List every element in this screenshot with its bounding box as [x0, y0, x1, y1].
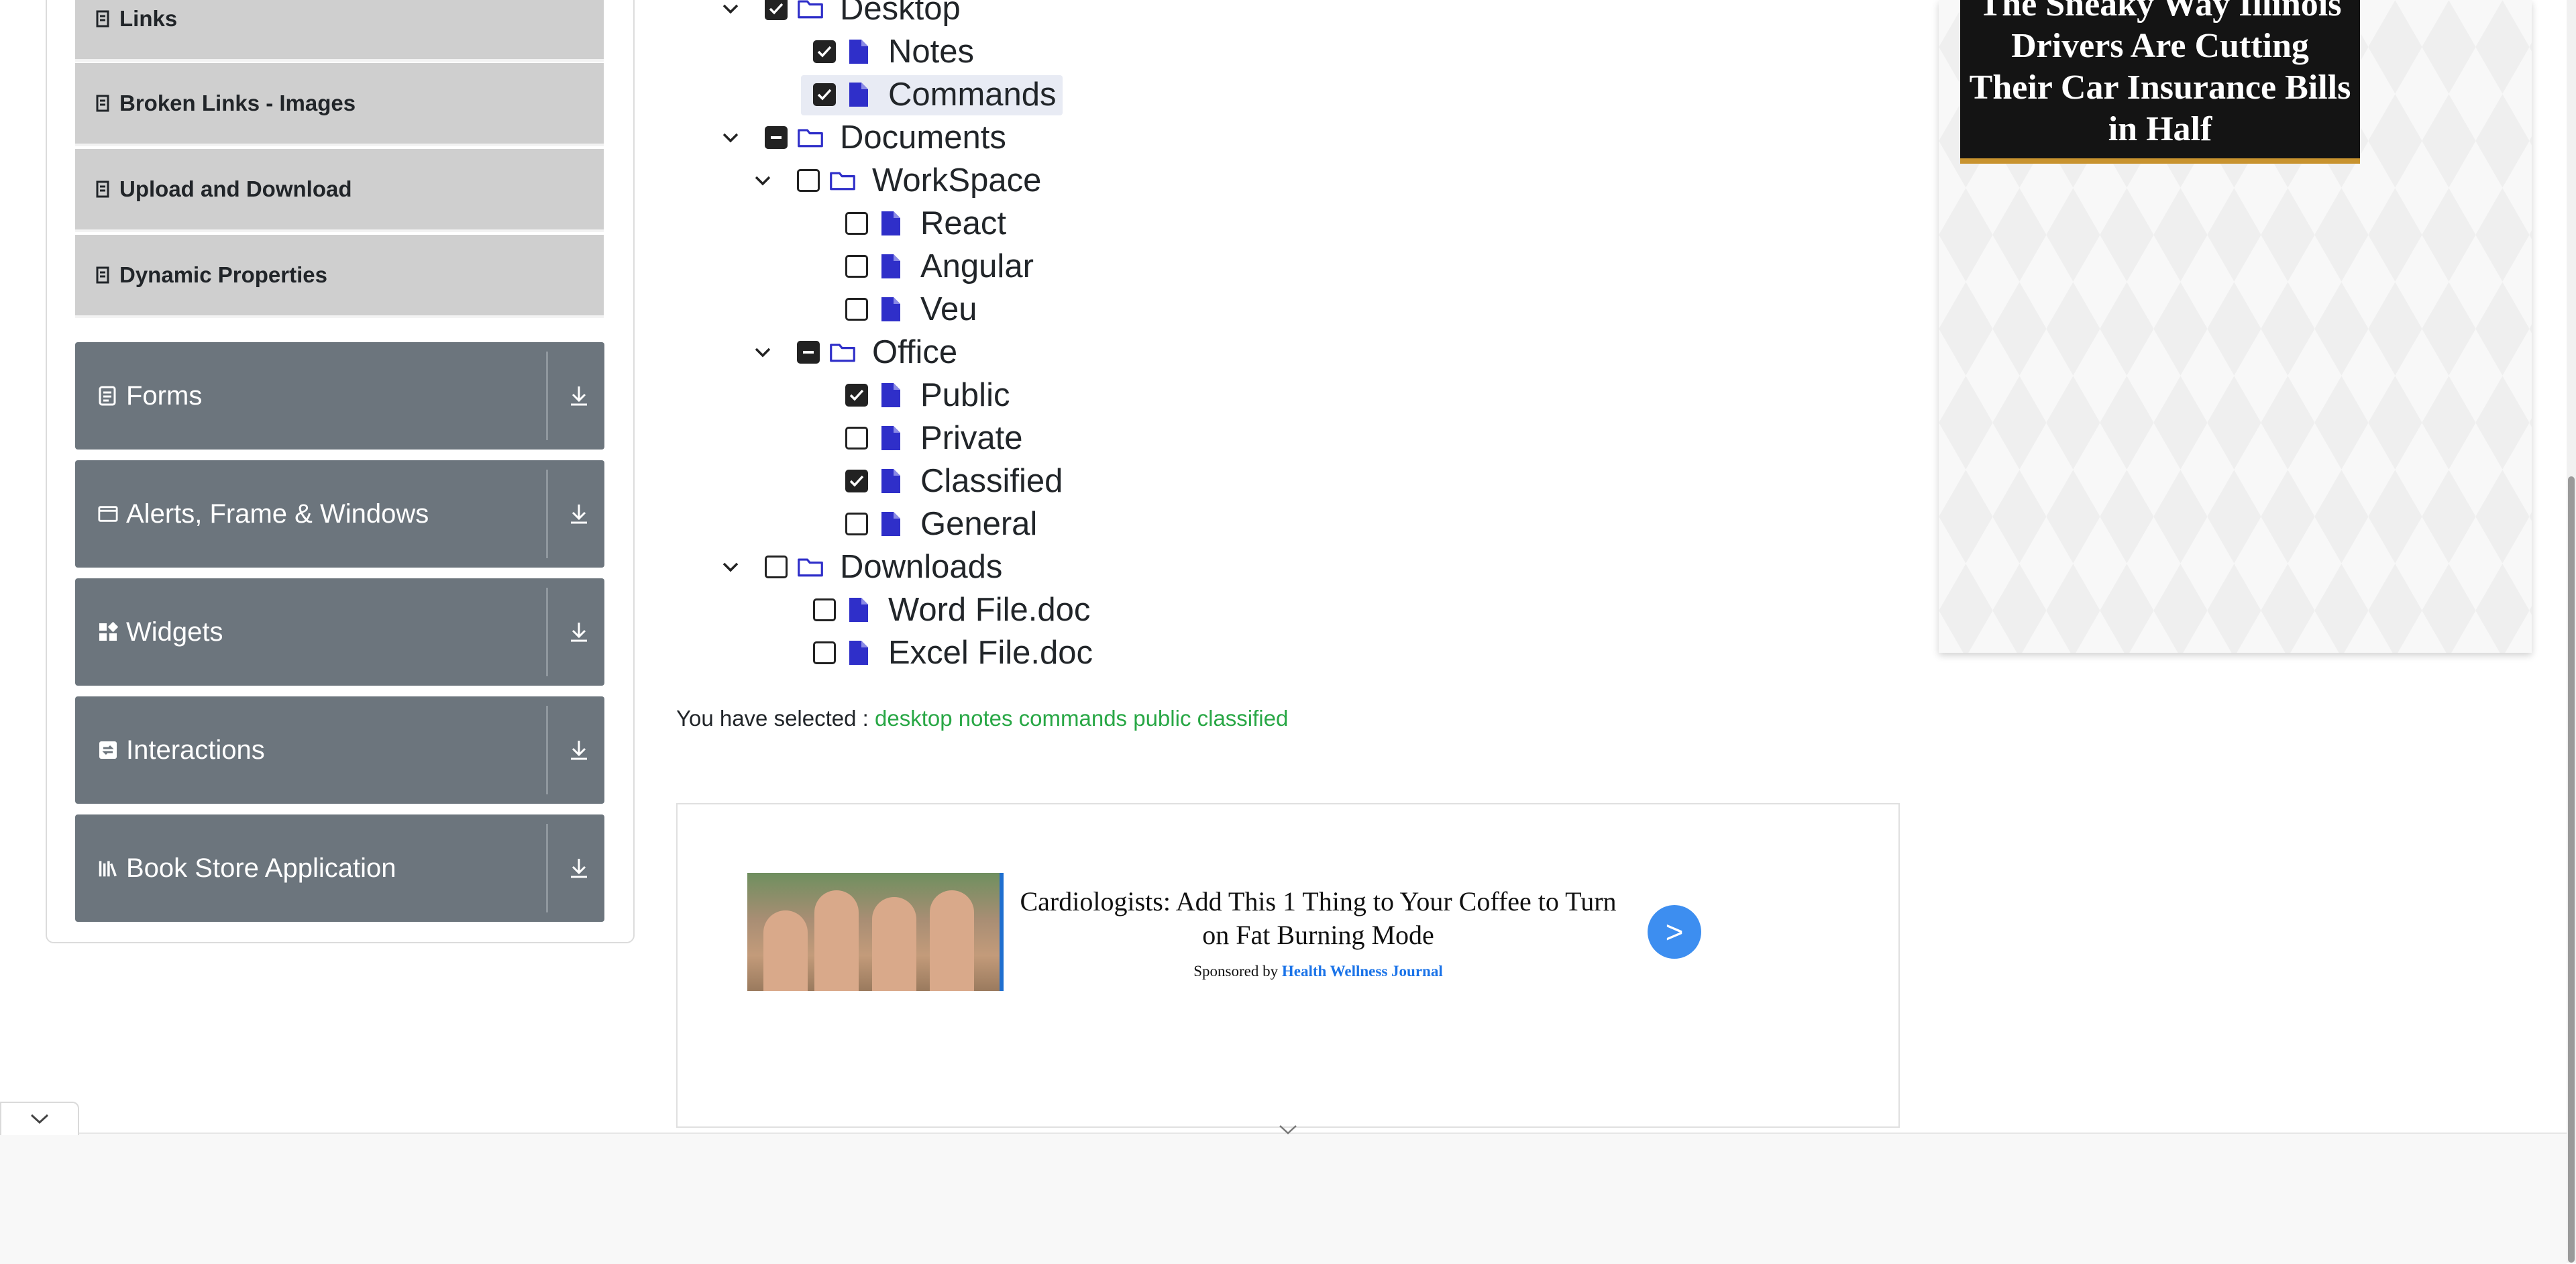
- chevron-down-icon[interactable]: [719, 126, 742, 149]
- bottom-ad-banner: [0, 1133, 2567, 1264]
- tree-node-label[interactable]: Angular: [920, 248, 1034, 285]
- tree-node-label[interactable]: Documents: [840, 119, 1006, 156]
- group-book-store[interactable]: Book Store Application: [75, 814, 604, 922]
- tree-node-label[interactable]: React: [920, 205, 1006, 242]
- checkbox[interactable]: [845, 470, 868, 492]
- divider: [546, 706, 548, 794]
- checkbox[interactable]: [765, 0, 788, 20]
- chevron-down-icon: [30, 1114, 49, 1124]
- ad-sponsor: Sponsored by Health Wellness Journal: [1013, 963, 1623, 980]
- tree-node-documents[interactable]: Documents: [0, 117, 1342, 158]
- tree-node-office[interactable]: Office: [0, 331, 1342, 373]
- tree-node-commands[interactable]: Commands: [0, 74, 1342, 115]
- folder-icon: [829, 166, 856, 195]
- tree-node-label[interactable]: General: [920, 505, 1037, 543]
- chevron-down-icon[interactable]: [751, 341, 774, 364]
- chevron-down-icon[interactable]: [1275, 1122, 1301, 1138]
- interactions-icon: [98, 740, 118, 760]
- checkbox[interactable]: [765, 126, 788, 149]
- tree-node-label[interactable]: Public: [920, 376, 1010, 414]
- tree-node-general[interactable]: General: [0, 503, 1342, 545]
- tree-node-label[interactable]: Private: [920, 419, 1023, 457]
- tree-node-veu[interactable]: Veu: [0, 288, 1342, 330]
- tree-node-label[interactable]: Veu: [920, 291, 977, 328]
- scrollbar-thumb[interactable]: [2568, 476, 2575, 1263]
- tree-node-label[interactable]: Notes: [888, 33, 974, 70]
- file-icon: [877, 252, 904, 281]
- checkbox[interactable]: [813, 40, 836, 63]
- tree-node-notes[interactable]: Notes: [0, 31, 1342, 72]
- folder-icon: [797, 552, 824, 582]
- checkbox[interactable]: [813, 641, 836, 664]
- file-icon: [877, 380, 904, 410]
- checkbox[interactable]: [797, 341, 820, 364]
- checkbox[interactable]: [813, 83, 836, 106]
- tree-node-label[interactable]: Excel File.doc: [888, 634, 1093, 672]
- checkbox[interactable]: [845, 212, 868, 235]
- tree-node-downloads[interactable]: Downloads: [0, 546, 1342, 588]
- group-label: Interactions: [126, 735, 265, 765]
- tree-node-angular[interactable]: Angular: [0, 246, 1342, 287]
- tree-node-label[interactable]: Downloads: [840, 548, 1002, 586]
- file-icon: [877, 423, 904, 453]
- ad-sponsor-prefix: Sponsored by: [1193, 963, 1279, 980]
- tree-node-label[interactable]: WorkSpace: [872, 162, 1041, 199]
- checkbox[interactable]: [797, 169, 820, 192]
- ad-container[interactable]: Cardiologists: Add This 1 Thing to Your …: [676, 803, 1900, 1128]
- ad-arrow-button[interactable]: >: [1648, 905, 1701, 959]
- file-icon: [845, 595, 872, 625]
- checkbox[interactable]: [813, 598, 836, 621]
- tree-node-label[interactable]: Desktop: [840, 0, 961, 28]
- tree-node-workspace[interactable]: WorkSpace: [0, 160, 1342, 201]
- tree-node-word-file-doc[interactable]: Word File.doc: [0, 589, 1342, 631]
- file-icon: [845, 80, 872, 109]
- group-interactions[interactable]: Interactions: [75, 696, 604, 804]
- tree-node-label[interactable]: Office: [872, 333, 957, 371]
- checkbox[interactable]: [845, 427, 868, 450]
- books-icon: [98, 858, 118, 878]
- collapse-ad-tab[interactable]: [0, 1102, 79, 1135]
- download-icon[interactable]: [564, 853, 594, 883]
- checkbox[interactable]: [845, 384, 868, 407]
- side-ad-panel: The Sneaky Way Illinois Drivers Are Cutt…: [1939, 0, 2532, 653]
- result-prefix: You have selected :: [676, 706, 869, 731]
- divider: [546, 824, 548, 912]
- download-icon[interactable]: [564, 735, 594, 765]
- tree-node-excel-file-doc[interactable]: Excel File.doc: [0, 632, 1342, 674]
- file-icon: [877, 509, 904, 539]
- file-icon: [877, 209, 904, 238]
- tree-node-classified[interactable]: Classified: [0, 460, 1342, 502]
- selection-result: You have selected : desktop notes comman…: [676, 706, 1288, 731]
- file-icon: [877, 466, 904, 496]
- result-selected: desktop notes commands public classified: [875, 706, 1289, 731]
- side-ad-image[interactable]: The Sneaky Way Illinois Drivers Are Cutt…: [1960, 0, 2360, 164]
- ad-image[interactable]: [747, 873, 1004, 991]
- tree-node-desktop[interactable]: Desktop: [0, 0, 1342, 30]
- checkbox[interactable]: [845, 298, 868, 321]
- chevron-down-icon[interactable]: [719, 0, 742, 20]
- folder-icon: [797, 0, 824, 23]
- tree-node-react[interactable]: React: [0, 203, 1342, 244]
- tree-node-label[interactable]: Word File.doc: [888, 591, 1090, 629]
- folder-icon: [829, 337, 856, 367]
- tree-node-public[interactable]: Public: [0, 374, 1342, 416]
- tree-node-private[interactable]: Private: [0, 417, 1342, 459]
- file-icon: [845, 638, 872, 668]
- folder-icon: [797, 123, 824, 152]
- ad-headline[interactable]: Cardiologists: Add This 1 Thing to Your …: [1013, 885, 1623, 952]
- tree-node-label[interactable]: Commands: [888, 76, 1057, 113]
- file-icon: [845, 37, 872, 66]
- checkbox[interactable]: [845, 513, 868, 535]
- checkbox[interactable]: [845, 255, 868, 278]
- chevron-down-icon[interactable]: [719, 556, 742, 578]
- group-label: Book Store Application: [126, 853, 396, 883]
- file-icon: [877, 295, 904, 324]
- checkbox[interactable]: [765, 556, 788, 578]
- tree-node-label[interactable]: Classified: [920, 462, 1063, 500]
- ad-sponsor-name[interactable]: Health Wellness Journal: [1282, 963, 1443, 980]
- chevron-down-icon[interactable]: [751, 169, 774, 192]
- side-ad-title[interactable]: The Sneaky Way Illinois Drivers Are Cutt…: [1966, 0, 2355, 158]
